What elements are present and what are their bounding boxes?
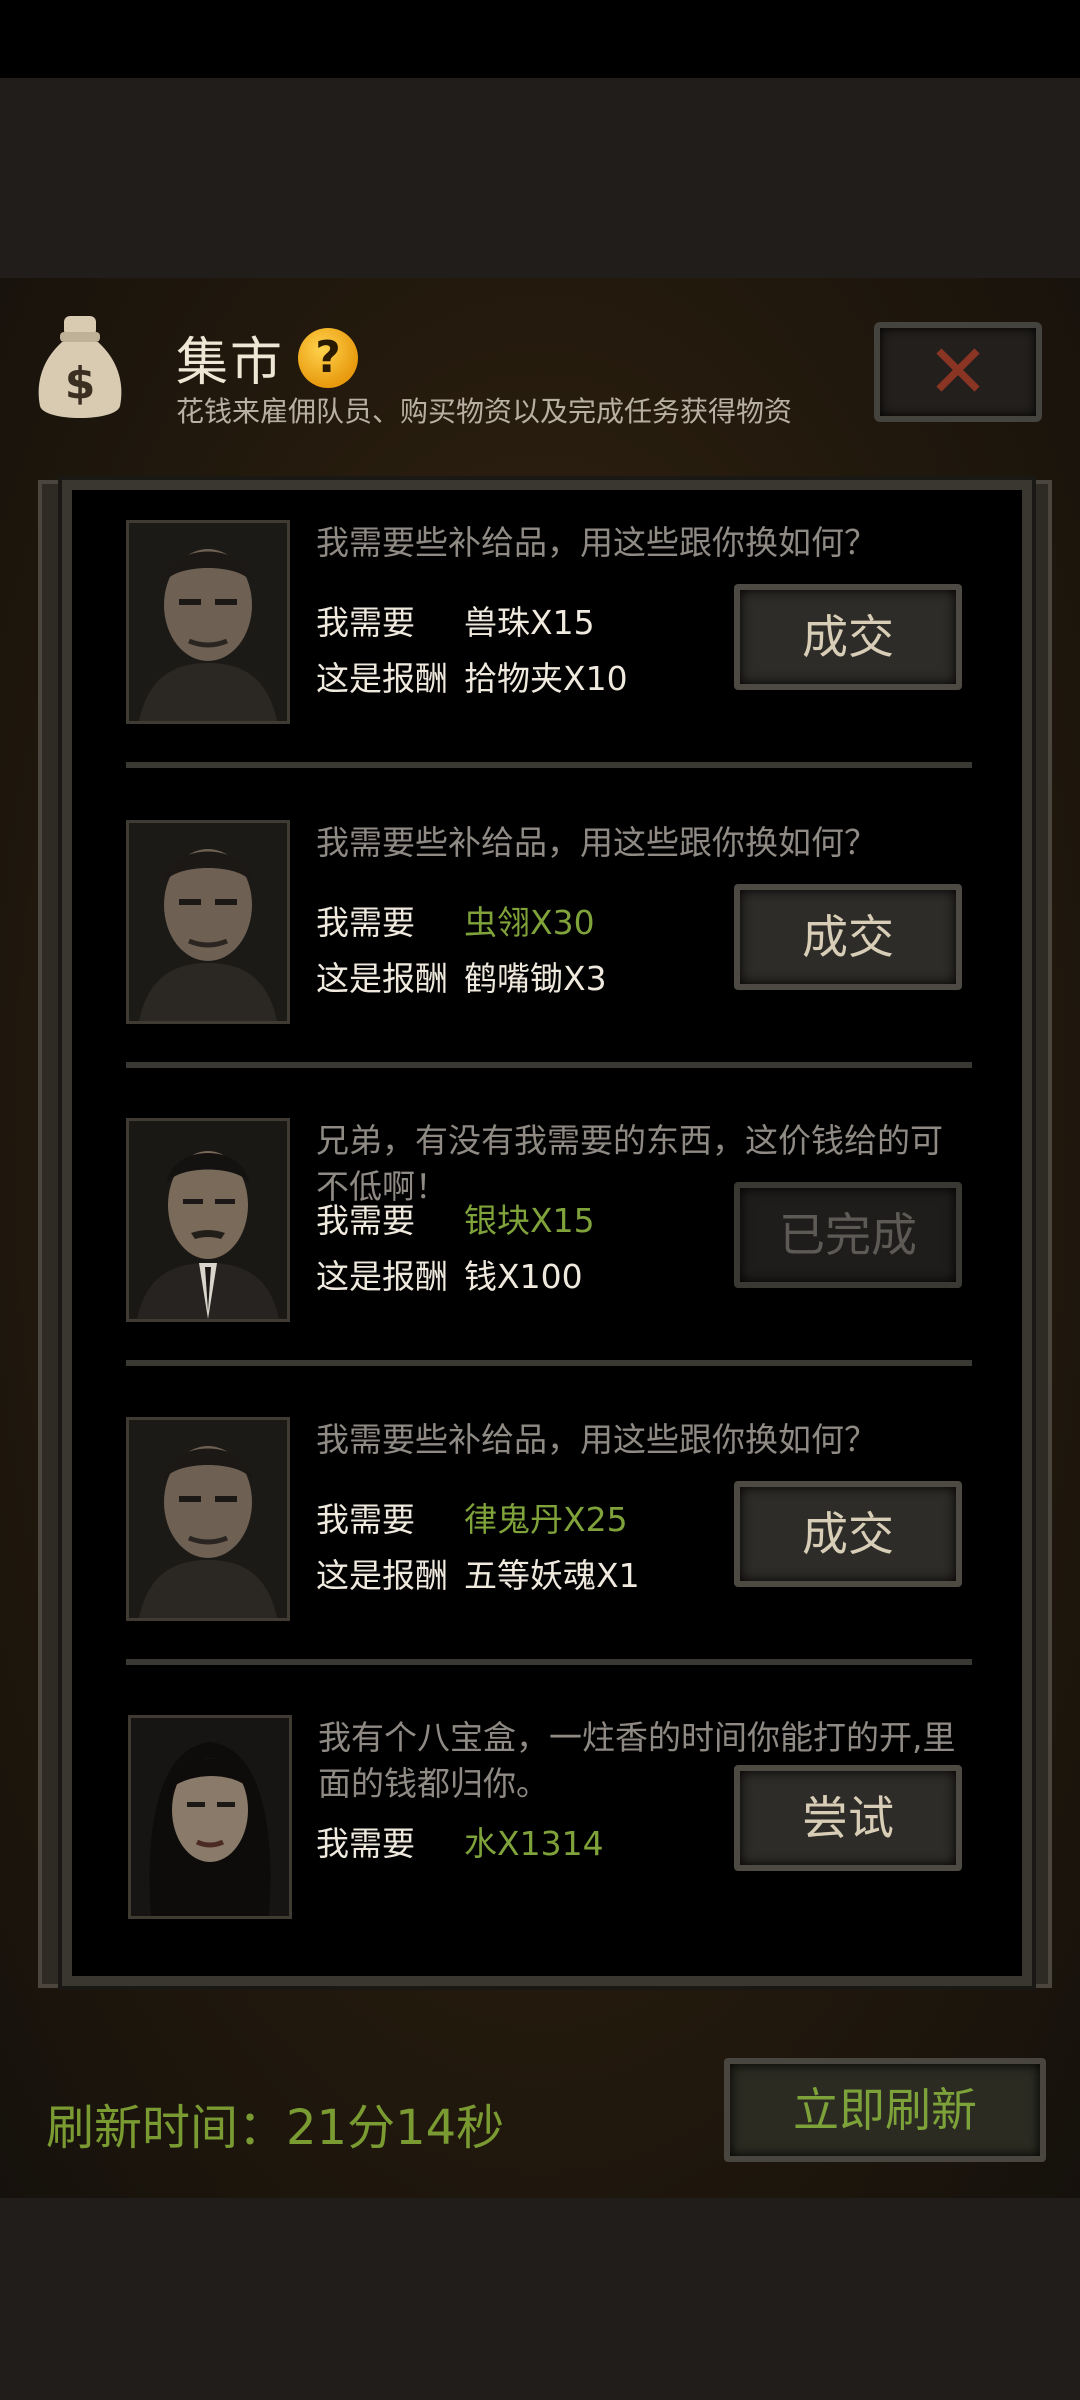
svg-text:$: $ [65, 358, 96, 409]
reward-label: 这是报酬 [316, 959, 448, 998]
need-value: 律鬼丹X25 [464, 1500, 628, 1539]
divider [126, 1360, 972, 1366]
dialog-header: $ 集市 ? 花钱来雇佣队员、购买物资以及完成任务获得物资 ✕ [0, 278, 1080, 478]
completed-button: 已完成 [734, 1182, 962, 1288]
need-value: 虫翎X30 [464, 903, 595, 942]
reward-row: 这是报酬 钱X100 [316, 1254, 583, 1300]
trade-card: 我有个八宝盒，一炷香的时间你能打的开,里面的钱都归你。 我需要 水X1314 尝试 [72, 1685, 1022, 1985]
trade-card: 我需要些补给品，用这些跟你换如何？ 我需要 律鬼丹X25 这是报酬 五等妖魂X1 成… [72, 1387, 1022, 1687]
try-button[interactable]: 尝试 [734, 1765, 962, 1871]
deal-button[interactable]: 成交 [734, 1481, 962, 1587]
deal-button[interactable]: 成交 [734, 884, 962, 990]
money-bag-icon: $ [34, 314, 126, 426]
deal-button[interactable]: 成交 [734, 584, 962, 690]
divider [126, 1062, 972, 1068]
need-value: 水X1314 [464, 1824, 604, 1863]
refresh-timer: 刷新时间：21分14秒 [46, 2100, 505, 2156]
page-subtitle: 花钱来雇佣队员、购买物资以及完成任务获得物资 [176, 395, 793, 428]
trade-quote: 我需要些补给品，用这些跟你换如何？ [316, 523, 877, 562]
status-bar [0, 0, 1080, 78]
portrait-man-avatar [126, 1417, 290, 1621]
portrait-man-avatar [126, 520, 290, 724]
need-label: 我需要 [316, 903, 415, 942]
reward-row: 这是报酬 拾物夹X10 [316, 656, 628, 702]
reward-label: 这是报酬 [316, 1556, 448, 1595]
need-label: 我需要 [316, 1201, 415, 1240]
reward-value: 五等妖魂X1 [464, 1556, 640, 1595]
need-row: 我需要 虫翎X30 [316, 900, 595, 946]
need-value: 银块X15 [464, 1201, 595, 1240]
portrait-mustache-man-avatar [126, 1118, 290, 1322]
reward-value: 鹤嘴锄X3 [464, 959, 607, 998]
need-row: 我需要 律鬼丹X25 [316, 1497, 628, 1543]
need-label: 我需要 [316, 1500, 415, 1539]
page-title: 集市 [176, 333, 285, 393]
trade-card: 我需要些补给品，用这些跟你换如何？ 我需要 兽珠X15 这是报酬 拾物夹X10 成交 [72, 490, 1022, 790]
trade-quote: 我需要些补给品，用这些跟你换如何？ [316, 823, 877, 862]
portrait-woman-avatar [128, 1715, 292, 1919]
close-button[interactable]: ✕ [874, 322, 1042, 422]
divider [126, 762, 972, 768]
need-row: 我需要 兽珠X15 [316, 600, 595, 646]
need-label: 我需要 [316, 603, 415, 642]
trade-card: 我需要些补给品，用这些跟你换如何？ 我需要 虫翎X30 这是报酬 鹤嘴锄X3 成交 [72, 790, 1022, 1090]
market-dialog: $ 集市 ? 花钱来雇佣队员、购买物资以及完成任务获得物资 ✕ 我需要些补给品，… [0, 278, 1080, 2198]
need-value: 兽珠X15 [464, 603, 595, 642]
reward-row: 这是报酬 鹤嘴锄X3 [316, 956, 607, 1002]
close-x-icon: ✕ [926, 329, 989, 415]
divider [126, 1659, 972, 1665]
reward-label: 这是报酬 [316, 1257, 448, 1296]
reward-value: 拾物夹X10 [464, 659, 628, 698]
need-row: 我需要 银块X15 [316, 1198, 595, 1244]
reward-row: 这是报酬 五等妖魂X1 [316, 1553, 640, 1599]
refresh-now-button[interactable]: 立即刷新 [724, 2058, 1046, 2162]
reward-value: 钱X100 [464, 1257, 583, 1296]
need-row: 我需要 水X1314 [316, 1821, 604, 1867]
trade-quote: 我需要些补给品，用这些跟你换如何？ [316, 1420, 877, 1459]
reward-label: 这是报酬 [316, 659, 448, 698]
trade-list[interactable]: 我需要些补给品，用这些跟你换如何？ 我需要 兽珠X15 这是报酬 拾物夹X10 成交 [72, 490, 1022, 1976]
portrait-man-avatar [126, 820, 290, 1024]
need-label: 我需要 [316, 1824, 415, 1863]
question-icon[interactable]: ? [298, 328, 358, 388]
trade-card: 兄弟，有没有我需要的东西，这价钱给的可不低啊！ 我需要 银块X15 这是报酬 钱X1… [72, 1088, 1022, 1388]
